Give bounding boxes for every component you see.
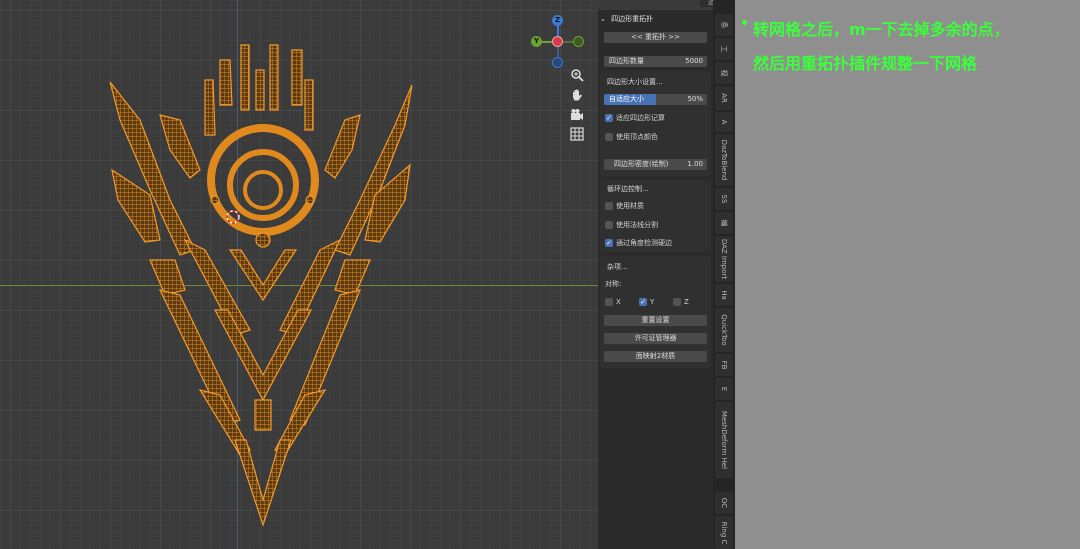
density-value: 1.00 xyxy=(687,160,703,168)
tab-1[interactable]: 工 xyxy=(715,38,733,60)
tab-label: SS xyxy=(720,194,728,204)
tab-label: 编 xyxy=(720,219,728,227)
navigation-gizmo[interactable]: Z Y xyxy=(530,14,588,72)
tab-label: A xyxy=(720,119,728,125)
camera-icon[interactable] xyxy=(567,108,587,126)
tab-10[interactable]: QuickToo xyxy=(715,308,733,352)
tab-label: FB xyxy=(720,360,728,370)
normal-split-checkbox[interactable]: 使用法线分割 xyxy=(605,220,658,230)
gizmo-z-icon[interactable]: Z xyxy=(552,15,563,26)
unchecked-box-icon xyxy=(605,298,613,306)
gizmo-x-icon[interactable] xyxy=(552,36,563,47)
unchecked-box-icon xyxy=(605,221,613,229)
reset-settings-button[interactable]: 重置设置 xyxy=(604,315,707,326)
sym-y-checkbox[interactable]: ✓ Y xyxy=(639,297,654,307)
size-settings-title[interactable]: 四边形大小设置... xyxy=(607,76,663,88)
quad-count-field[interactable]: 四边形数量 5000 xyxy=(604,56,707,67)
unchecked-box-icon xyxy=(673,298,681,306)
chevron-down-icon: ⌄ xyxy=(600,15,606,23)
adaptive-size-label: 自适应大小 xyxy=(609,95,644,103)
tab-5[interactable]: DazToBlend xyxy=(715,134,733,186)
sym-y-label: Y xyxy=(650,298,655,306)
tab-8[interactable]: DAZ Import xyxy=(715,236,733,282)
tab-11[interactable]: FB xyxy=(715,354,733,376)
tab-4[interactable]: A xyxy=(715,112,733,132)
orange-emblem-mesh[interactable] xyxy=(0,0,598,549)
quad-count-value: 5000 xyxy=(685,57,703,65)
annotation-area: • 转网格之后，m一下去掉多余的点， 然后用重拓扑插件规整一下网格 xyxy=(735,0,1080,549)
tab-label: 条 xyxy=(720,21,728,29)
tab-label: Ring C xyxy=(720,521,728,544)
tab-6[interactable]: SS xyxy=(715,188,733,210)
tab-3[interactable]: AR xyxy=(715,86,733,110)
check-icon: ✓ xyxy=(605,114,613,122)
adaptive-size-value: 50% xyxy=(687,95,703,103)
adapt-quad-label: 适应四边形记算 xyxy=(616,114,665,122)
note-line-1: 转网格之后，m一下去掉多余的点， xyxy=(753,20,1010,39)
density-field[interactable]: 四边形密度(绘制) 1.00 xyxy=(604,159,707,170)
remesh-button[interactable]: << 重拓扑 >> xyxy=(604,32,707,43)
panel-header[interactable]: ⌄ 四边形重拓扑 xyxy=(600,13,653,25)
unchecked-box-icon xyxy=(605,202,613,210)
hand-icon[interactable] xyxy=(567,88,587,106)
face-map-button[interactable]: 面映射2材质 xyxy=(604,351,707,362)
normal-split-label: 使用法线分割 xyxy=(616,221,658,229)
tab-label: MeshDeform Hel xyxy=(720,410,728,470)
tab-13[interactable]: MeshDeform Hel xyxy=(715,402,733,478)
gizmo-y-icon[interactable]: Y xyxy=(531,36,542,47)
vertex-color-checkbox[interactable]: 使用顶点颜色 xyxy=(605,132,658,142)
angle-edge-checkbox[interactable]: ✓ 通过角度检测硬边 xyxy=(605,238,672,248)
tab-label: DAZ Import xyxy=(720,238,728,280)
check-icon: ✓ xyxy=(639,298,647,306)
panel-title: 四边形重拓扑 xyxy=(611,15,654,23)
sym-z-label: Z xyxy=(684,298,689,306)
gizmo-neg-z-icon[interactable] xyxy=(552,57,563,68)
check-icon: ✓ xyxy=(605,239,613,247)
tab-label: E xyxy=(720,386,728,392)
tab-12[interactable]: E xyxy=(715,378,733,400)
sym-x-label: X xyxy=(616,298,621,306)
sidebar-tabs: 条 工 视 AR A DazToBlend SS 编 DAZ Import Ha… xyxy=(713,0,735,549)
vertex-color-label: 使用顶点颜色 xyxy=(616,133,658,141)
angle-edge-label: 通过角度检测硬边 xyxy=(616,239,672,247)
zoom-icon[interactable] xyxy=(567,68,587,86)
adaptive-size-slider[interactable]: 自适应大小 50% xyxy=(604,94,707,105)
adapt-quad-checkbox[interactable]: ✓ 适应四边形记算 xyxy=(605,113,665,123)
license-manager-button[interactable]: 许可证管理器 xyxy=(604,333,707,344)
tab-label: 工 xyxy=(720,45,728,53)
tab-2[interactable]: 视 xyxy=(715,62,733,84)
tab-14[interactable]: OC xyxy=(715,492,733,514)
quad-remesher-panel: ⌄ 四边形重拓扑 << 重拓扑 >> 四边形数量 5000 四边形大小设置...… xyxy=(598,10,713,549)
tab-7[interactable]: 编 xyxy=(715,212,733,234)
sym-x-checkbox[interactable]: X xyxy=(605,297,621,307)
tab-label: QuickToo xyxy=(720,314,728,346)
3d-viewport[interactable]: Z Y xyxy=(0,0,598,549)
tab-0[interactable]: 条 xyxy=(715,14,733,36)
sym-z-checkbox[interactable]: Z xyxy=(673,297,689,307)
loop-settings-title[interactable]: 循环边控制... xyxy=(607,183,649,195)
tab-label: Ha xyxy=(720,290,728,300)
tab-label: AR xyxy=(720,93,728,103)
tab-label: OC xyxy=(720,497,728,509)
density-label: 四边形密度(绘制) xyxy=(614,160,669,168)
gizmo-neg-y-icon[interactable] xyxy=(573,36,584,47)
tab-label: DazToBlend xyxy=(720,139,728,181)
bullet-icon: • xyxy=(740,16,749,32)
symmetry-label: 对称: xyxy=(605,280,622,288)
tab-9[interactable]: Ha xyxy=(715,284,733,306)
material-checkbox[interactable]: 使用材质 xyxy=(605,201,644,211)
tab-15[interactable]: Ring C xyxy=(715,516,733,549)
misc-title[interactable]: 杂项... xyxy=(607,261,628,273)
material-label: 使用材质 xyxy=(616,202,644,210)
unchecked-box-icon xyxy=(605,133,613,141)
grid-icon[interactable] xyxy=(567,127,587,145)
tab-label: 视 xyxy=(720,69,728,77)
quad-count-label: 四边形数量 xyxy=(609,57,644,65)
note-line-2: 然后用重拓扑插件规整一下网格 xyxy=(753,54,978,73)
